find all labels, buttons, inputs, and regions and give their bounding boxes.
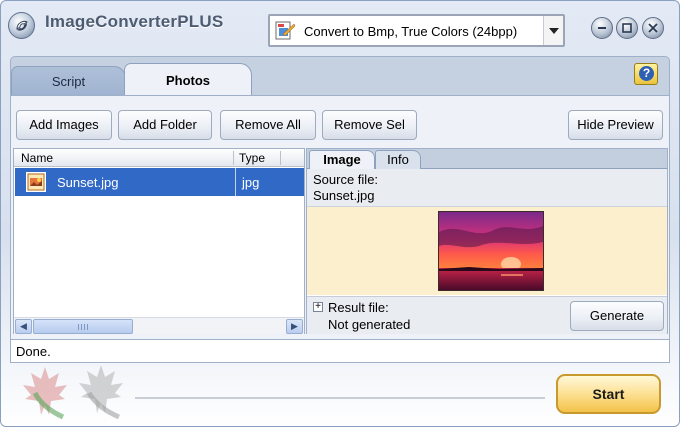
app-title: ImageConverterPLUS <box>45 12 224 31</box>
tab-photos[interactable]: Photos <box>124 63 252 97</box>
scroll-right-icon[interactable]: ▶ <box>286 319 303 334</box>
image-file-icon <box>26 172 46 192</box>
maple-leaf-logo-icon <box>15 363 135 426</box>
column-header-type[interactable]: Type <box>239 151 265 165</box>
convert-preset-value: Convert to Bmp, True Colors (24bpp) <box>304 24 518 39</box>
row-column-divider <box>235 168 236 196</box>
main-tab-strip: Script Photos <box>10 56 670 97</box>
horizontal-scrollbar[interactable]: ◀ ▶ <box>14 317 304 334</box>
add-images-button[interactable]: Add Images <box>16 110 112 140</box>
minimize-button[interactable] <box>591 17 613 39</box>
column-divider[interactable] <box>233 151 234 165</box>
image-preview-area <box>307 207 667 295</box>
help-button[interactable]: ? <box>634 63 658 85</box>
remove-selected-button[interactable]: Remove Sel <box>322 110 417 140</box>
file-list[interactable]: Name Type Sunset.jpg jpg ◀ ▶ <box>13 148 305 334</box>
scroll-left-icon[interactable]: ◀ <box>15 319 32 334</box>
tab-script[interactable]: Script <box>11 66 126 97</box>
source-file-label: Source file: <box>313 172 379 187</box>
source-file-value: Sunset.jpg <box>313 188 375 203</box>
scrollbar-grip-icon <box>78 324 88 330</box>
start-button[interactable]: Start <box>556 374 661 414</box>
source-file-info: Source file: Sunset.jpg <box>307 169 667 207</box>
file-name: Sunset.jpg <box>57 175 119 190</box>
help-icon: ? <box>639 66 654 81</box>
file-list-row[interactable]: Sunset.jpg jpg <box>15 168 304 196</box>
result-file-value: Not generated <box>328 317 411 332</box>
close-button[interactable] <box>642 17 664 39</box>
result-file-info: + Result file: Not generated Generate <box>307 296 667 334</box>
app-logo-icon <box>8 12 35 39</box>
column-divider[interactable] <box>280 151 281 165</box>
preview-tab-strip: Image Info <box>307 149 667 169</box>
tab-info[interactable]: Info <box>375 150 421 169</box>
file-list-header: Name Type <box>14 149 304 167</box>
expand-icon[interactable]: + <box>313 302 323 312</box>
bmp-format-icon <box>274 20 296 42</box>
tab-image[interactable]: Image <box>309 150 375 169</box>
scrollbar-thumb[interactable] <box>33 319 133 334</box>
add-folder-button[interactable]: Add Folder <box>118 110 212 140</box>
convert-format-select[interactable]: Convert to Bmp, True Colors (24bpp) <box>268 14 565 47</box>
chevron-down-icon[interactable] <box>543 16 563 45</box>
status-bar: Done. <box>10 339 670 363</box>
file-type: jpg <box>242 175 260 190</box>
photos-panel: Add Images Add Folder Remove All Remove … <box>10 95 670 363</box>
preview-pane: Image Info Source file: Sunset.jpg + Res… <box>306 148 668 334</box>
remove-all-button[interactable]: Remove All <box>220 110 316 140</box>
result-file-label: Result file: <box>328 300 389 315</box>
status-text: Done. <box>16 344 51 359</box>
sunset-thumbnail <box>438 211 544 291</box>
bottom-divider <box>135 397 545 399</box>
column-header-name[interactable]: Name <box>21 151 53 165</box>
title-bar: ImageConverterPLUS Convert to Bmp, True … <box>1 1 679 53</box>
generate-button[interactable]: Generate <box>570 301 664 331</box>
app-window: ImageConverterPLUS Convert to Bmp, True … <box>0 0 680 427</box>
hide-preview-button[interactable]: Hide Preview <box>568 110 663 140</box>
maximize-button[interactable] <box>616 17 638 39</box>
